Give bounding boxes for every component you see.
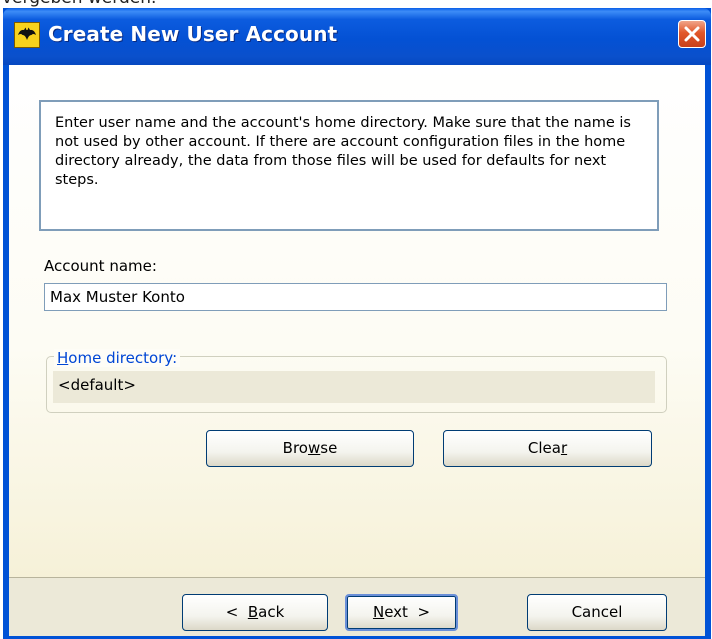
title-bar[interactable]: Create New User Account [3,8,711,65]
instructions-text: Enter user name and the account's home d… [55,115,631,188]
account-name-label: Account name: [44,257,157,275]
home-directory-label[interactable]: Home directory: [54,349,181,367]
back-button[interactable]: < Back [182,594,328,631]
home-directory-value: <default> [53,371,655,403]
close-icon [684,26,700,42]
browse-button[interactable]: Browse [206,430,414,467]
instructions-box: Enter user name and the account's home d… [39,100,659,231]
create-user-dialog: Create New User Account Enter user name … [3,8,711,639]
clear-button[interactable]: Clear [443,430,652,467]
wizard-page: Enter user name and the account's home d… [9,65,705,578]
account-name-input[interactable]: Max Muster Konto [44,283,667,311]
batman-logo-icon [14,22,40,48]
background-caption: vergeben werden. [2,0,156,8]
cancel-button[interactable]: Cancel [527,594,667,631]
window-title: Create New User Account [48,22,338,46]
dialog-client-area: Enter user name and the account's home d… [9,65,705,636]
next-button[interactable]: Next > [345,594,458,631]
close-button[interactable] [678,20,706,48]
